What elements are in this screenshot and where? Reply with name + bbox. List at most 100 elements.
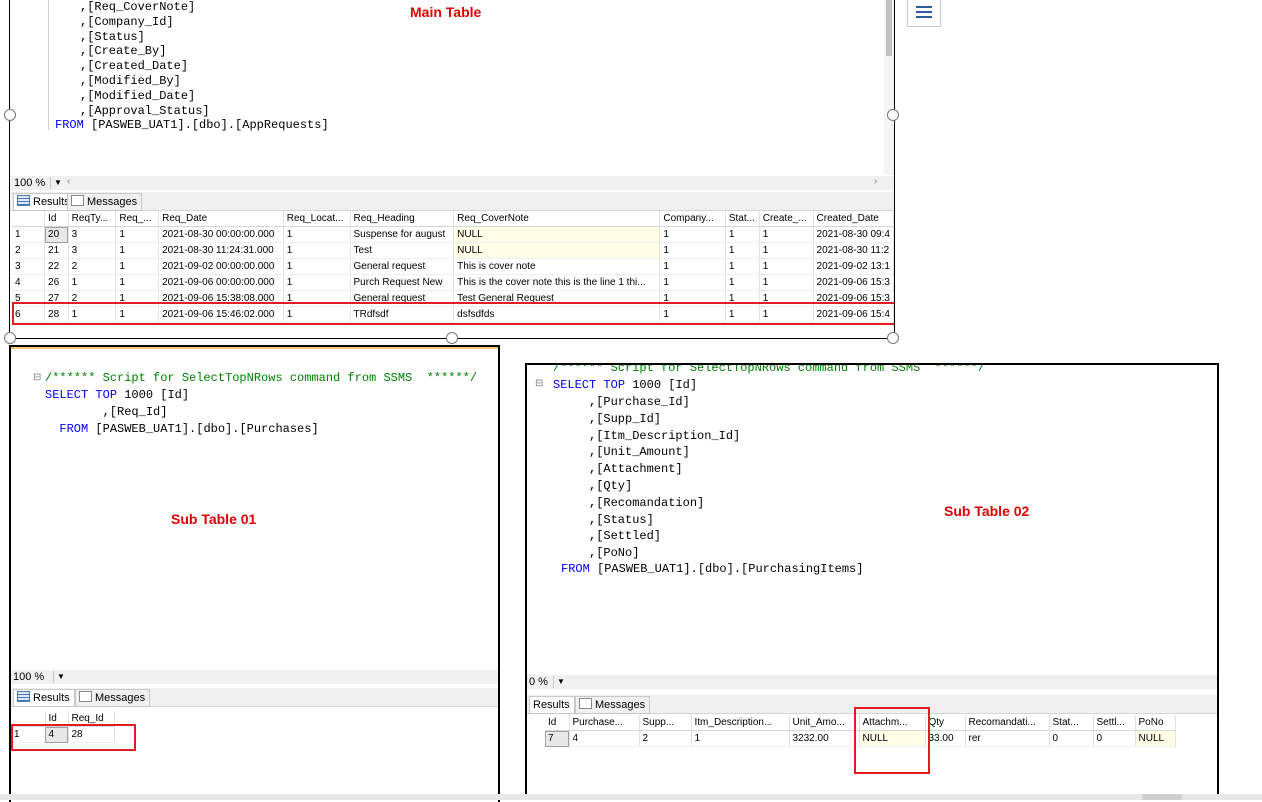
table-cell[interactable]: 1: [659, 226, 726, 243]
row-number[interactable]: 3: [12, 258, 46, 275]
column-header[interactable]: Supp...: [639, 715, 692, 731]
table-row[interactable]: 1 20 3 1 2021-08-30 00:00:00.000 1 Suspense fo…: [12, 226, 894, 243]
table-cell[interactable]: This is the cover note this is the line …: [453, 274, 661, 291]
table-cell[interactable]: 2021-09-06 00:00:00.000: [158, 274, 284, 291]
zoom-level[interactable]: 100 %: [12, 176, 47, 190]
column-header[interactable]: Created_Date: [813, 211, 894, 227]
zoom-dropdown-icon[interactable]: ▼: [53, 671, 68, 683]
tab-messages[interactable]: Messages: [575, 696, 651, 714]
table-cell[interactable]: NULL: [453, 226, 661, 243]
table-cell[interactable]: 2021-09-02 00:00:00.000: [158, 258, 284, 275]
table-cell[interactable]: NULL: [453, 242, 661, 259]
editor-vscrollbar[interactable]: [884, 0, 894, 175]
table-cell[interactable]: NULL: [1135, 730, 1176, 747]
table-cell[interactable]: 2021-08-30 00:00:00.000: [158, 226, 284, 243]
column-header[interactable]: Company...: [659, 211, 726, 227]
scroll-left-icon[interactable]: ‹: [67, 176, 70, 187]
table-cell[interactable]: 2021-09-02 13:1: [813, 258, 894, 275]
table-cell[interactable]: 1: [725, 274, 760, 291]
table-cell[interactable]: This is cover note: [453, 258, 661, 275]
table-cell[interactable]: 26: [44, 274, 69, 291]
column-header[interactable]: ReqTy...: [68, 211, 117, 227]
column-header[interactable]: Recomandati...: [965, 715, 1050, 731]
collapse-icon[interactable]: ⊟: [535, 377, 543, 394]
tab-messages[interactable]: Messages: [67, 193, 143, 211]
resize-handle-left[interactable]: [4, 109, 16, 121]
table-cell[interactable]: 1: [759, 242, 814, 259]
table-cell[interactable]: 2: [68, 258, 117, 275]
table-cell[interactable]: General request: [350, 258, 455, 275]
column-header[interactable]: Qty: [925, 715, 966, 731]
table-cell[interactable]: 3: [68, 226, 117, 243]
sub2-query-editor[interactable]: /****** Script for SelectTopNRows comman…: [527, 365, 1217, 675]
column-header[interactable]: Create_...: [759, 211, 814, 227]
tab-results[interactable]: Results: [13, 689, 75, 707]
table-cell[interactable]: 21: [44, 242, 69, 259]
main-query-editor[interactable]: ,[Req_CoverNote] ,[Company_Id] ,[Status] ,[…: [10, 0, 894, 175]
sub1-query-editor[interactable]: /****** Script for SelectTopNRows comman…: [11, 349, 498, 669]
wrap-text-icon[interactable]: [907, 0, 941, 27]
column-header[interactable]: Id: [44, 211, 69, 227]
table-cell[interactable]: Test: [350, 242, 455, 259]
zoom-level[interactable]: 0 %: [527, 675, 550, 689]
table-cell[interactable]: 1: [759, 258, 814, 275]
table-cell[interactable]: 1: [68, 274, 117, 291]
collapse-icon[interactable]: ⊟: [33, 370, 41, 387]
column-header[interactable]: PoNo: [1135, 715, 1176, 731]
table-cell[interactable]: 2: [639, 730, 692, 747]
table-row[interactable]: 3 22 2 1 2021-09-02 00:00:00.000 1 General req…: [12, 258, 894, 275]
table-cell[interactable]: Suspense for august: [350, 226, 455, 243]
table-cell[interactable]: 1: [725, 226, 760, 243]
table-cell[interactable]: 1: [115, 226, 160, 243]
table-cell[interactable]: 20: [44, 226, 69, 243]
table-cell[interactable]: 1: [283, 258, 351, 275]
column-header[interactable]: Req_CoverNote: [453, 211, 661, 227]
zoom-dropdown-icon[interactable]: ▼: [553, 676, 568, 688]
row-number[interactable]: 1: [12, 226, 46, 243]
table-cell[interactable]: 22: [44, 258, 69, 275]
table-cell[interactable]: 0: [1049, 730, 1094, 747]
scroll-thumb[interactable]: [886, 0, 892, 56]
table-cell[interactable]: 1: [725, 258, 760, 275]
table-cell[interactable]: 1: [659, 258, 726, 275]
table-cell[interactable]: 1: [691, 730, 790, 747]
column-header[interactable]: Stat...: [725, 211, 760, 227]
zoom-level[interactable]: 100 %: [11, 670, 46, 684]
column-header[interactable]: Unit_Amo...: [789, 715, 860, 731]
column-header[interactable]: Settl...: [1093, 715, 1136, 731]
column-header[interactable]: Id: [545, 715, 570, 731]
table-cell[interactable]: 1: [115, 258, 160, 275]
table-cell[interactable]: 1: [283, 274, 351, 291]
table-cell[interactable]: 1: [725, 242, 760, 259]
row-number[interactable]: 4: [12, 274, 46, 291]
table-row[interactable]: 4 26 1 1 2021-09-06 00:00:00.000 1 Purch Reque…: [12, 274, 894, 291]
table-cell[interactable]: 2021-08-30 09:4: [813, 226, 894, 243]
table-cell[interactable]: 1: [283, 242, 351, 259]
table-cell[interactable]: 3232.00: [789, 730, 860, 747]
resize-handle-bottom-right[interactable]: [887, 332, 899, 344]
column-header[interactable]: Req_Locat...: [283, 211, 351, 227]
table-cell[interactable]: 33.00: [925, 730, 966, 747]
table-cell[interactable]: 2021-09-06 15:3: [813, 274, 894, 291]
table-cell[interactable]: 7: [545, 730, 570, 747]
resize-handle-bottom-left[interactable]: [4, 332, 16, 344]
table-cell[interactable]: 4: [569, 730, 640, 747]
bottom-scroll-thumb[interactable]: [1142, 794, 1182, 800]
table-row[interactable]: 2 21 3 1 2021-08-30 11:24:31.000 1 Test NULL 1 1 1…: [12, 242, 894, 259]
zoom-dropdown-icon[interactable]: ▼: [50, 177, 65, 189]
table-cell[interactable]: 2021-08-30 11:2: [813, 242, 894, 259]
table-cell[interactable]: 1: [659, 242, 726, 259]
table-cell[interactable]: 0: [1093, 730, 1136, 747]
resize-handle-right[interactable]: [887, 109, 899, 121]
table-cell[interactable]: 1: [115, 274, 160, 291]
column-header[interactable]: Stat...: [1049, 715, 1094, 731]
column-header[interactable]: Itm_Description...: [691, 715, 790, 731]
tab-messages[interactable]: Messages: [75, 689, 151, 707]
tab-results[interactable]: Results: [13, 193, 75, 211]
scroll-right-icon[interactable]: ›: [874, 176, 877, 187]
column-header[interactable]: Req_Date: [158, 211, 284, 227]
tab-results[interactable]: Results: [529, 696, 575, 714]
row-number[interactable]: 2: [12, 242, 46, 259]
table-cell[interactable]: Purch Request New: [350, 274, 455, 291]
table-cell[interactable]: 1: [283, 226, 351, 243]
